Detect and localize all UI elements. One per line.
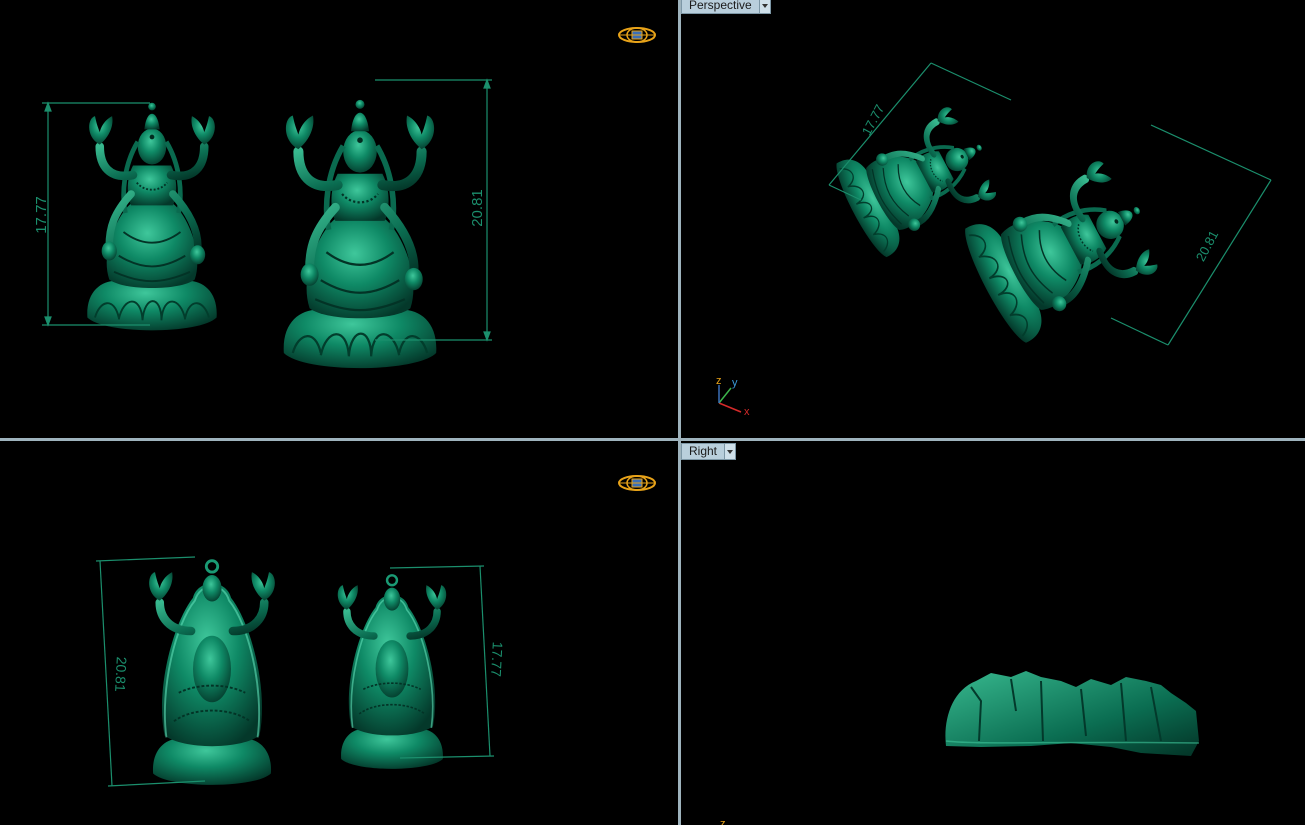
viewport-perspective-tab[interactable]: Perspective: [681, 0, 771, 14]
model-side-profile[interactable]: [945, 671, 1200, 756]
chevron-down-icon[interactable]: [724, 444, 736, 459]
model-deity-back-small[interactable]: [338, 575, 447, 769]
viewport-front-canvas: 20.81 17.77: [95, 475, 656, 825]
dimension-left-front-label: 20.81: [112, 656, 130, 692]
viewport-right-tab[interactable]: Right: [681, 443, 737, 460]
viewport-perspective-label: Perspective: [689, 0, 752, 12]
model-deity-back-large[interactable]: [149, 561, 275, 785]
dimension-right-perspective[interactable]: [1110, 124, 1272, 346]
model-deity-small[interactable]: [87, 103, 216, 331]
viewport-top[interactable]: 17.77 20.81: [0, 0, 678, 438]
chevron-down-icon[interactable]: [758, 0, 770, 13]
axis-x-label: x: [744, 406, 750, 418]
dimension-right-perspective-label: 20.81: [1193, 228, 1222, 264]
axis-z-label-right: z: [720, 818, 726, 825]
axis-triad: x y z: [716, 375, 750, 418]
viewport-front[interactable]: 20.81 17.77: [0, 441, 678, 825]
viewport-splitter-horizontal[interactable]: [0, 438, 1305, 441]
viewport-right-label: Right: [689, 444, 718, 458]
viewport-perspective[interactable]: 17.77 20.81 x y z Perspective: [681, 0, 1305, 438]
view-cube-icon[interactable]: [618, 27, 656, 43]
viewport-right-canvas: z: [720, 671, 1200, 825]
viewport-right[interactable]: z Right: [681, 441, 1305, 825]
dimension-right-label: 20.81: [469, 189, 486, 227]
axis-z-label: z: [716, 375, 722, 387]
viewport-perspective-canvas: 17.77 20.81 x y z: [716, 62, 1272, 418]
dimension-left-label: 17.77: [33, 196, 50, 234]
viewport-splitter-vertical[interactable]: [678, 0, 681, 825]
axis-y-label: y: [732, 377, 738, 389]
view-cube-icon[interactable]: [618, 475, 656, 491]
model-deity-large[interactable]: [284, 100, 437, 368]
dimension-right-front-label: 17.77: [488, 641, 506, 677]
viewport-top-canvas: 17.77 20.81: [33, 27, 656, 438]
